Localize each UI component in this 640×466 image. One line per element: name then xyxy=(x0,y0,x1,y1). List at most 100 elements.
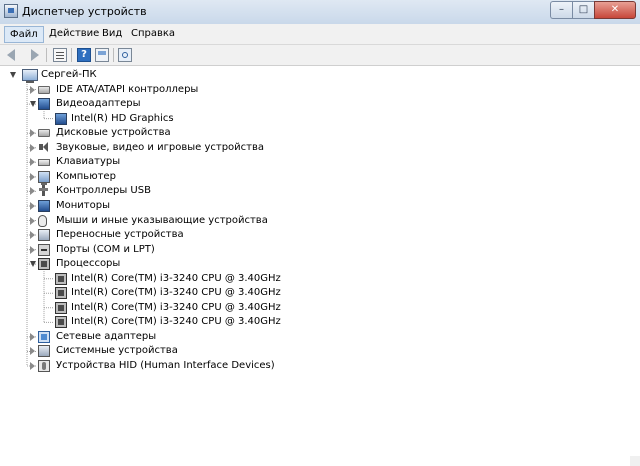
display-adapter-icon xyxy=(55,112,67,125)
tree-category[interactable]: Переносные устройства xyxy=(0,228,640,242)
collapse-arrow-icon[interactable] xyxy=(30,261,36,268)
resize-grip[interactable] xyxy=(630,456,640,466)
computer-icon xyxy=(38,170,50,185)
tree-category[interactable]: Устройства HID (Human Interface Devices) xyxy=(0,359,640,373)
processor-icon xyxy=(38,258,50,271)
expand-arrow-icon[interactable] xyxy=(30,231,35,240)
expand-arrow-icon[interactable] xyxy=(30,143,35,152)
expand-arrow-icon[interactable] xyxy=(30,172,35,181)
tree-category[interactable]: Видеоадаптеры xyxy=(0,97,640,111)
tree-device[interactable]: Intel(R) Core(TM) i3-3240 CPU @ 3.40GHz xyxy=(0,272,640,286)
tree-device[interactable]: Intel(R) Core(TM) i3-3240 CPU @ 3.40GHz xyxy=(0,286,640,300)
toolbar-separator xyxy=(71,48,72,62)
tree-item-label: Intel(R) Core(TM) i3-3240 CPU @ 3.40GHz xyxy=(71,287,281,299)
minimize-button[interactable]: – xyxy=(550,1,572,19)
forward-arrow-icon[interactable] xyxy=(26,48,40,62)
tree-item-label: Порты (COM и LPT) xyxy=(56,243,155,255)
tree-device[interactable]: Intel(R) Core(TM) i3-3240 CPU @ 3.40GHz xyxy=(0,301,640,315)
tree-category[interactable]: Клавиатуры xyxy=(0,155,640,169)
tree-category[interactable]: Сетевые адаптеры xyxy=(0,330,640,344)
tree-category[interactable]: Мыши и иные указывающие устройства xyxy=(0,214,640,228)
port-icon xyxy=(38,243,50,256)
tree-category[interactable]: Мониторы xyxy=(0,199,640,213)
mouse-icon xyxy=(38,214,47,227)
window-controls: – □ ✕ xyxy=(550,1,636,20)
expand-arrow-icon[interactable] xyxy=(30,85,35,94)
expand-arrow-icon[interactable] xyxy=(30,216,35,225)
network-adapter-icon xyxy=(38,330,50,343)
tree-item-label: Клавиатуры xyxy=(56,156,121,168)
help-icon[interactable]: ? xyxy=(77,48,91,62)
monitor-icon xyxy=(38,199,50,212)
device-manager-app-icon xyxy=(4,4,18,18)
portable-device-icon xyxy=(38,229,50,242)
system-device-icon xyxy=(38,345,50,358)
tree-item-label: Мониторы xyxy=(56,199,110,211)
tree-item-label: Системные устройства xyxy=(56,345,178,357)
device-manager-window: Диспетчер устройств – □ ✕ Файл Действие … xyxy=(0,0,640,466)
tree-item-label: Устройства HID (Human Interface Devices) xyxy=(56,360,275,371)
tree-item-label: Сетевые адаптеры xyxy=(56,330,157,342)
tree-item-label: Процессоры xyxy=(56,258,121,270)
tree-item-label: Компьютер xyxy=(56,170,116,182)
expand-arrow-icon[interactable] xyxy=(30,129,35,138)
menu-bar: Файл Действие Вид Справка xyxy=(0,24,640,45)
tree-item-label: Intel(R) Core(TM) i3-3240 CPU @ 3.40GHz xyxy=(71,301,281,313)
tree-category[interactable]: Порты (COM и LPT) xyxy=(0,243,640,257)
tree-device[interactable]: Intel(R) Core(TM) i3-3240 CPU @ 3.40GHz xyxy=(0,315,640,329)
tree-category[interactable]: Звуковые, видео и игровые устройства xyxy=(0,141,640,155)
tree-item-label: IDE ATA/ATAPI контроллеры xyxy=(56,83,199,95)
tree-category[interactable]: Дисковые устройства xyxy=(0,126,640,140)
expand-arrow-icon[interactable] xyxy=(30,187,35,196)
collapse-arrow-icon[interactable] xyxy=(30,101,36,108)
expand-arrow-icon[interactable] xyxy=(30,347,35,356)
tree-item-label: Intel(R) Core(TM) i3-3240 CPU @ 3.40GHz xyxy=(71,272,281,284)
tree-device[interactable]: Intel(R) HD Graphics xyxy=(0,112,640,126)
expand-arrow-icon[interactable] xyxy=(30,362,35,370)
properties-icon[interactable] xyxy=(53,48,67,62)
tree-root[interactable]: Сергей-ПК xyxy=(0,68,640,83)
tree-category[interactable]: IDE ATA/ATAPI контроллеры xyxy=(0,83,640,97)
menu-action[interactable]: Действие xyxy=(44,26,104,41)
tree-item-label: Видеоадаптеры xyxy=(56,98,141,110)
menu-view[interactable]: Вид xyxy=(97,26,127,41)
tree-category[interactable]: Системные устройства xyxy=(0,344,640,358)
disk-drive-icon xyxy=(38,129,50,138)
keyboard-icon xyxy=(38,159,50,167)
tree-category[interactable]: Процессоры xyxy=(0,257,640,271)
tree-category[interactable]: Компьютер xyxy=(0,170,640,185)
menu-file[interactable]: Файл xyxy=(4,26,44,43)
toolbar-separator xyxy=(46,48,47,62)
tree-item-label: Мыши и иные указывающие устройства xyxy=(56,214,268,226)
toolbar-separator xyxy=(113,48,114,62)
window-title: Диспетчер устройств xyxy=(22,5,147,18)
processor-icon xyxy=(55,316,67,329)
computer-icon xyxy=(22,69,38,83)
usb-icon xyxy=(38,185,50,197)
toolbar: ? xyxy=(0,45,640,66)
tree-item-label: Дисковые устройства xyxy=(56,127,171,139)
speaker-icon xyxy=(38,141,50,154)
close-button[interactable]: ✕ xyxy=(594,1,636,19)
processor-icon xyxy=(55,287,67,300)
scan-hardware-icon[interactable] xyxy=(118,48,132,62)
tree-item-label: Intel(R) HD Graphics xyxy=(71,112,174,124)
collapse-arrow-icon[interactable] xyxy=(10,72,16,78)
menu-help[interactable]: Справка xyxy=(126,26,180,41)
device-tree[interactable]: Сергей-ПК IDE ATA/ATAPI контроллеры Видеоа… xyxy=(0,66,640,466)
display-adapter-icon xyxy=(38,98,50,111)
tree-item-label: Переносные устройства xyxy=(56,229,184,241)
tree-category[interactable]: Контроллеры USB xyxy=(0,184,640,198)
expand-arrow-icon[interactable] xyxy=(30,332,35,341)
processor-icon xyxy=(55,301,67,314)
expand-arrow-icon[interactable] xyxy=(30,201,35,210)
title-bar[interactable]: Диспетчер устройств – □ ✕ xyxy=(0,0,640,24)
maximize-button[interactable]: □ xyxy=(572,1,594,19)
update-driver-icon[interactable] xyxy=(95,48,109,62)
expand-arrow-icon[interactable] xyxy=(30,158,35,167)
expand-arrow-icon[interactable] xyxy=(30,245,35,254)
processor-icon xyxy=(55,272,67,285)
back-arrow-icon[interactable] xyxy=(6,48,20,62)
disk-controller-icon xyxy=(38,85,50,94)
tree-item-label: Intel(R) Core(TM) i3-3240 CPU @ 3.40GHz xyxy=(71,316,281,328)
